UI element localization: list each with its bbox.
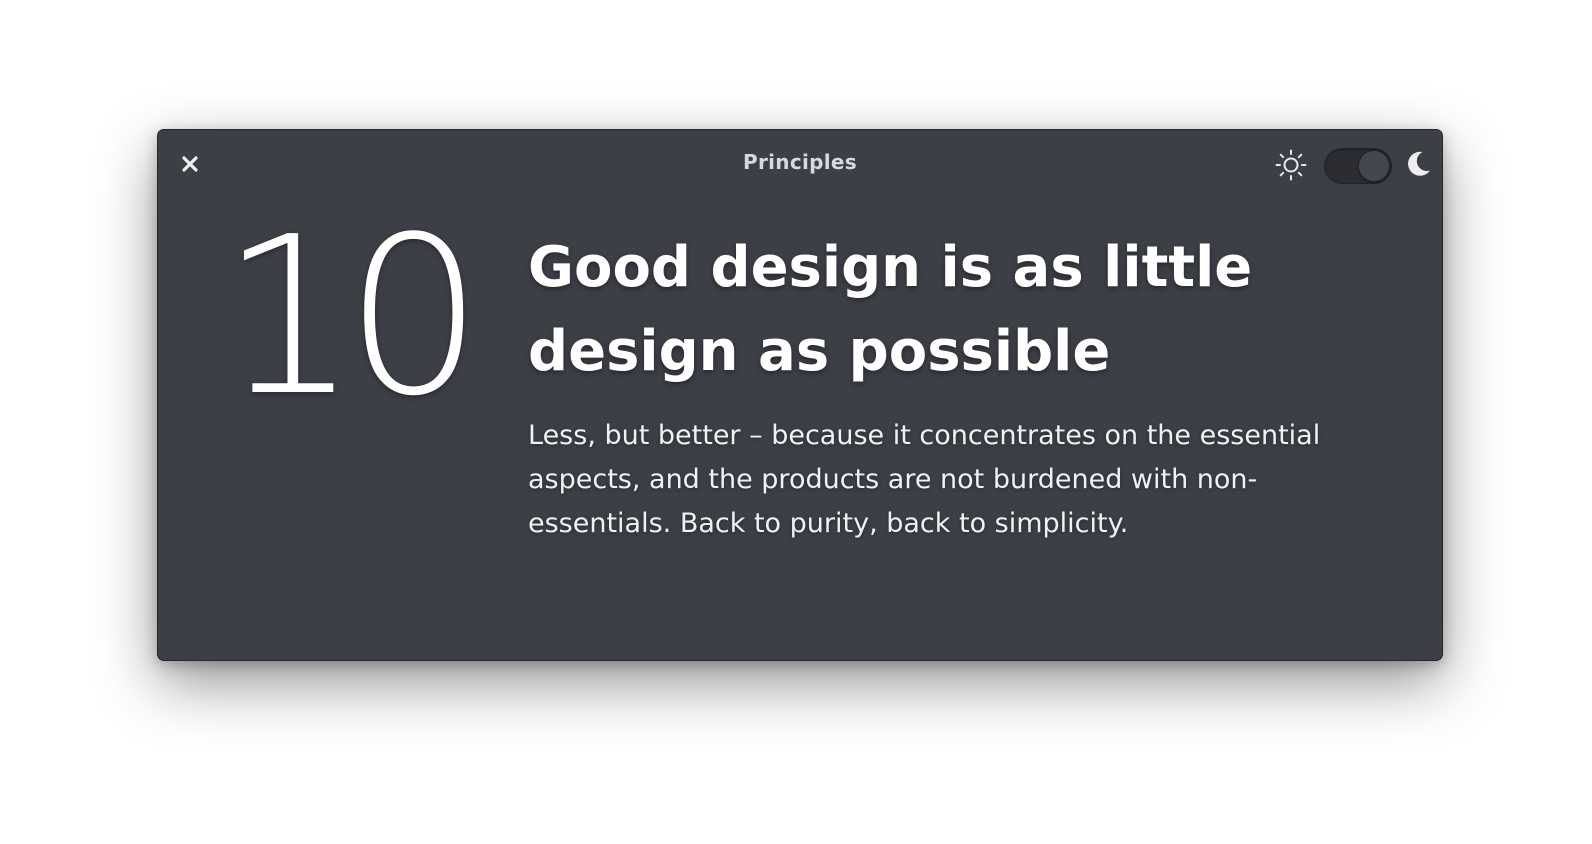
app-window: Principles 10 Good design is as little d…	[157, 129, 1443, 661]
principle-headline: Good design is as little design as possi…	[528, 235, 1253, 384]
principle-number: 10	[220, 191, 483, 444]
toggle-knob[interactable]	[1358, 150, 1390, 182]
theme-toggle[interactable]	[1324, 148, 1392, 184]
sun-icon[interactable]	[1274, 148, 1308, 182]
moon-icon[interactable]	[1402, 148, 1434, 180]
principle-description: Less, but better – because it concentrat…	[528, 420, 1321, 539]
window-title: Principles	[743, 150, 857, 174]
